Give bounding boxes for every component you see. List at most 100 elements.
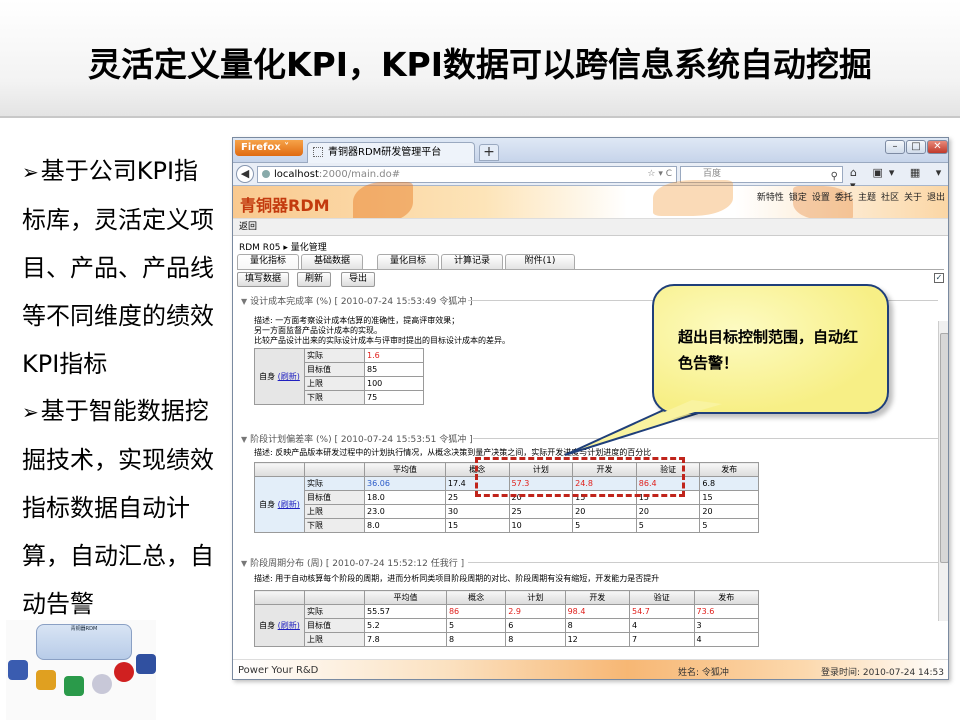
section-header-stage-deviation[interactable]: ▼ 阶段计划偏差率 (%) [ 2010-07-24 15:53:51 令狐冲 ] (241, 432, 473, 445)
column-header: 开发 (564, 590, 631, 605)
back-arrow-icon[interactable]: ◀ (236, 165, 254, 183)
table-row: 自身 (刷新) 实际 55.57 86 2.9 98.4 54.7 73.6 (254, 604, 759, 647)
vertical-scrollbar[interactable] (938, 321, 948, 621)
kpi-table-stage-cycle: 平均值 概念 计划 开发 验证 发布 自身 (刷新) 实际 55.57 86 2… (254, 590, 759, 647)
cell-value: 5 (445, 618, 507, 633)
row-head-label: 自身 (259, 621, 276, 630)
close-icon[interactable]: ✕ (927, 140, 948, 154)
app-header: 青铜器RDM 新特性 锁定 设置 委托 主题 社区 关于 退出 (233, 180, 948, 222)
link-about[interactable]: 关于 (904, 193, 922, 203)
cell-value: 3 (693, 618, 759, 633)
bullet-arrow-icon: ➢ (22, 160, 39, 184)
tab-calc-records[interactable]: 计算记录 (441, 254, 503, 269)
browser-nav-bar: ◀ localhost:2000/main.do# ☆ ▾ C 百度 ⚲ ⌂ ▣… (233, 163, 948, 192)
tabs-divider (237, 269, 944, 270)
cell-value: 10 (508, 518, 574, 533)
thumbnail-module-icon (92, 674, 112, 694)
thumbnail-module-icon (136, 654, 156, 674)
desc-line: 另一方面监督产品设计成本的实现。 (254, 326, 382, 335)
header-empty (304, 590, 365, 605)
browser-tab-rdm[interactable]: 青铜器RDM研发管理平台 (307, 142, 475, 163)
row-head-self: 自身 (刷新) (254, 604, 305, 647)
link-settings[interactable]: 设置 (812, 193, 830, 203)
cell-value: 8.0 (364, 518, 446, 533)
cell-value: 5.2 (364, 618, 447, 633)
row-label: 上限 (304, 632, 365, 647)
cell-value-alarm: 86 (445, 604, 507, 619)
row-label: 下限 (304, 518, 365, 533)
cell-value: 8 (564, 618, 631, 633)
link-logout[interactable]: 退出 (927, 193, 945, 203)
link-delegate[interactable]: 委托 (835, 193, 853, 203)
link-community[interactable]: 社区 (881, 193, 899, 203)
link-theme[interactable]: 主题 (858, 193, 876, 203)
footer-login-time: 登录时间: 2010-07-24 14:53 (821, 668, 944, 678)
cell-value: 7 (629, 632, 695, 647)
cell-value: 12 (564, 632, 631, 647)
alarm-highlight-box (475, 457, 685, 497)
cell-value: 4 (629, 618, 695, 633)
new-tab-button[interactable]: + (479, 144, 499, 161)
collapse-triangle-icon[interactable]: ▼ (241, 297, 247, 306)
tab-attachments[interactable]: 附件(1) (505, 254, 575, 269)
refresh-link[interactable]: (刷新) (278, 621, 300, 630)
browser-tab-bar: Firefox ˅ 青铜器RDM研发管理平台 + – □ ✕ (233, 138, 948, 163)
cell-value: 4 (693, 632, 759, 647)
table-row: 目标值 5.2 5 6 8 4 3 (255, 618, 759, 633)
collapse-triangle-icon[interactable]: ▼ (241, 435, 247, 444)
breadcrumb: RDM R05 ▸ 量化管理 (239, 243, 327, 253)
bullet-1-text: 基于公司KPI指标库，灵活定义项目、产品、产品线等不同维度的绩效KPI指标 (22, 157, 214, 378)
section-header-cost[interactable]: ▼ 设计成本完成率 (%) [ 2010-07-24 15:53:49 令狐冲 ] (241, 294, 473, 307)
url-tools-icons[interactable]: ☆ ▾ C (647, 167, 672, 182)
footer-user: 姓名: 令狐冲 (678, 668, 729, 678)
tab-basic-data[interactable]: 基础数据 (301, 254, 363, 269)
back-link[interactable]: 返回 (239, 222, 257, 232)
cell-value: 20 (572, 504, 637, 519)
row-label: 实际 (304, 604, 365, 619)
refresh-link[interactable]: (刷新) (278, 372, 300, 381)
tab-kpi[interactable]: 量化指标 (237, 254, 299, 269)
section-title-stage-cycle: 阶段周期分布 (周) [ 2010-07-24 15:52:12 任我行 ] (250, 559, 465, 569)
bullet-2-text: 基于智能数据挖掘技术，实现绩效指标数据自动计算，自动汇总，自动告警 (22, 397, 214, 618)
maximize-icon[interactable]: □ (906, 140, 926, 154)
row-label: 上限 (304, 504, 365, 519)
globe-icon (262, 170, 270, 178)
column-header: 验证 (629, 590, 695, 605)
cell-value: 20 (635, 504, 701, 519)
table-row: 自身 (刷新) 实际 1.6 (254, 348, 424, 405)
firefox-menu-button[interactable]: Firefox ˅ (235, 140, 303, 156)
table-row: 上限 7.8 8 8 12 7 4 (255, 632, 759, 647)
link-new-features[interactable]: 新特性 (757, 193, 784, 203)
section-header-stage-cycle[interactable]: ▼ 阶段周期分布 (周) [ 2010-07-24 15:52:12 任我行 ] (241, 556, 464, 569)
url-path: :2000/main.do# (318, 169, 401, 180)
link-lock[interactable]: 锁定 (789, 193, 807, 203)
back-row: 返回 (233, 218, 948, 236)
minimize-icon[interactable]: – (885, 140, 905, 154)
search-icon[interactable]: ⚲ (831, 169, 838, 184)
cell-value: 5 (635, 518, 701, 533)
row-head-self: 自身 (刷新) (254, 348, 305, 405)
options-checkbox[interactable]: ✓ (934, 273, 944, 283)
browser-tab-title: 青铜器RDM研发管理平台 (328, 147, 442, 158)
architecture-thumbnail: 青铜器RDM (6, 620, 156, 720)
column-header: 计划 (505, 590, 566, 605)
cell-value: 75 (364, 390, 424, 405)
url-bar[interactable]: localhost:2000/main.do# ☆ ▾ C (257, 166, 677, 183)
page-icon (313, 147, 323, 157)
refresh-button[interactable]: 刷新 (297, 272, 331, 287)
thumbnail-module-icon (36, 670, 56, 690)
column-header: 发布 (699, 462, 759, 477)
thumbnail-module-icon (8, 660, 28, 680)
bullet-1: ➢基于公司KPI指标库，灵活定义项目、产品、产品线等不同维度的绩效KPI指标 (22, 147, 222, 388)
scrollbar-thumb[interactable] (940, 333, 948, 563)
section-desc-cost: 描述: 一方面考察设计成本估算的准确性，提高评审效果； 另一方面监督产品设计成本… (254, 316, 510, 346)
cell-value: 6.8 (699, 476, 759, 491)
export-button[interactable]: 导出 (341, 272, 375, 287)
header-empty (254, 590, 305, 605)
refresh-link[interactable]: (刷新) (278, 500, 300, 509)
tab-kpi-target[interactable]: 量化目标 (377, 254, 439, 269)
collapse-triangle-icon[interactable]: ▼ (241, 559, 247, 568)
fill-data-button[interactable]: 填写数据 (237, 272, 289, 287)
cell-value: 20 (699, 504, 759, 519)
cell-value: 5 (699, 518, 759, 533)
